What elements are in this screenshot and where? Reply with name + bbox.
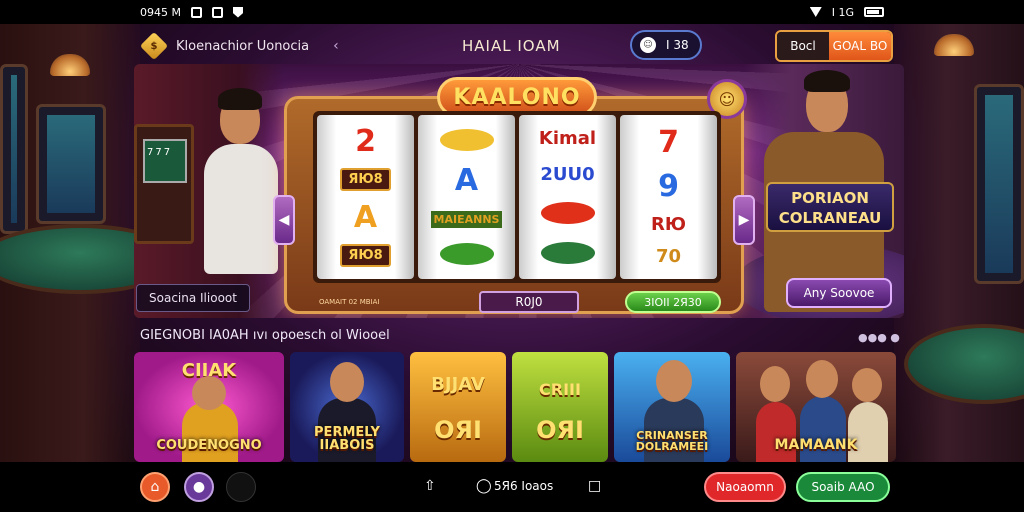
reel-symbol: A <box>353 199 378 235</box>
bottom-bar: ⌂ ● ⇧ ◯ 5Я6 Ioaos □ Naoaomn Soaib AAO <box>0 462 1024 512</box>
reel-symbol: 70 <box>655 246 682 267</box>
coin-value: I 38 <box>666 38 689 52</box>
card-subtitle: ОЯI <box>536 416 584 444</box>
slot-controls: OAMAIT 02 MBIAI R0J0 3IOII 2Я30 <box>313 289 721 315</box>
promo-title: PORIAON COLRANEAU <box>766 182 894 232</box>
image-icon <box>211 6 223 18</box>
header-button-left[interactable]: Bocl <box>777 32 829 60</box>
background-arcade-left <box>0 24 180 464</box>
home-icon[interactable]: ⌂ <box>140 472 170 502</box>
wifi-icon <box>809 7 822 17</box>
reel-symbol: Kimal <box>538 128 597 149</box>
reel-symbol: RЮ <box>651 214 686 235</box>
shield-icon <box>232 6 243 18</box>
status-time: 0945 M <box>140 5 181 19</box>
location-pin-icon[interactable]: ◯ <box>476 478 492 494</box>
lamp-decor <box>50 54 90 76</box>
profile-icon[interactable]: ● <box>184 472 214 502</box>
placeholder-icon[interactable] <box>226 472 256 502</box>
leaf-symbol <box>439 243 494 266</box>
status-bar: 0945 M I 1G <box>0 0 1024 24</box>
page-title: HAIAL IOAM <box>462 37 561 55</box>
table-decor <box>904 324 1024 404</box>
green-action-button[interactable]: Soaib AAO <box>796 472 890 502</box>
reel-symbol: 2 <box>355 123 376 159</box>
reel-symbol: MAIEANNS <box>430 211 503 229</box>
game-card-list: CIIAK COUDENOGNO PERMELY IIABOIS BJJAV О… <box>134 352 904 462</box>
location-label[interactable]: 5Я6 Ioaos <box>494 479 553 493</box>
reel-symbol: ЯЮ8 <box>340 168 391 192</box>
promo-button[interactable]: Any Soovoe <box>786 278 892 308</box>
battery-icon <box>864 7 884 17</box>
game-card[interactable]: CIIAK COUDENOGNO <box>134 352 284 462</box>
slot-machine[interactable]: KAALONO ☺ ◀ ▶ 2 ЯЮ8 A ЯЮ8 A MAIEANNS Kim… <box>273 77 755 315</box>
notification-icon <box>190 6 202 18</box>
reel-4: 7 9 RЮ 70 <box>620 115 717 279</box>
card-subtitle: ОЯI <box>434 416 482 444</box>
reel-symbol: 7 <box>658 125 679 160</box>
tabs-icon[interactable]: □ <box>588 478 601 494</box>
card-title: CRIII <box>539 380 581 399</box>
reel-2: A MAIEANNS <box>418 115 515 279</box>
arcade-machine-decor <box>0 64 28 234</box>
spin-button[interactable]: 3IOII 2Я30 <box>625 291 721 313</box>
melon-symbol <box>540 242 595 264</box>
card-title: BJJAV <box>431 374 485 395</box>
header-button-group: Bocl GOAL BO <box>775 30 893 62</box>
bet-display[interactable]: R0J0 <box>479 291 579 313</box>
hero-banner[interactable]: 777 KAALONO ☺ ◀ ▶ 2 ЯЮ8 A ЯЮ8 A MAIEANNS <box>134 64 904 318</box>
card-title: PERMELY IIABOIS <box>314 425 380 453</box>
background-arcade-right <box>894 24 1024 464</box>
signal-text: I 1G <box>831 5 854 19</box>
game-card[interactable]: CRINANSER DOLRAMEEI <box>614 352 730 462</box>
lamp-decor <box>934 34 974 56</box>
reel-3: Kimal 2UU0 <box>519 115 616 279</box>
card-title: CRINANSER DOLRAMEEI <box>635 429 709 453</box>
share-icon[interactable]: ⇧ <box>424 478 436 494</box>
app-header: $ Kloenachior Uonocia ‹ HAIAL IOAM ☺ I 3… <box>132 28 902 64</box>
ribbon-symbol <box>540 202 595 224</box>
reel-symbol: A <box>454 162 479 198</box>
brand-name: Kloenachior Uonocia <box>176 38 310 54</box>
section-title: GIEGNOBI IA0AH ıvı opoesch ol Wiooel <box>140 328 390 343</box>
reel-window: 2 ЯЮ8 A ЯЮ8 A MAIEANNS Kimal 2UU0 7 9 RЮ <box>313 111 721 283</box>
game-card[interactable]: MAMAANK <box>736 352 896 462</box>
app-logo-icon[interactable]: $ <box>139 31 169 61</box>
game-card[interactable]: BJJAV ОЯI <box>410 352 506 462</box>
reel-symbol: ЯЮ8 <box>340 244 391 268</box>
emoji-icon: ☺ <box>640 37 656 53</box>
arcade-machine-decor <box>974 84 1024 284</box>
slot-label: OAMAIT 02 MBIAI <box>319 298 380 306</box>
card-title: COUDENOGNO <box>156 438 262 453</box>
header-button-right[interactable]: GOAL BO <box>829 32 891 60</box>
card-title: MAMAANK <box>774 437 858 453</box>
more-options-icon[interactable]: ●●● ● <box>858 331 900 344</box>
chevron-right-icon[interactable]: ▶ <box>733 195 755 245</box>
lemon-symbol <box>439 128 494 151</box>
arcade-machine-decor <box>36 104 106 224</box>
game-card[interactable]: CRIII ОЯI <box>512 352 608 462</box>
reel-1: 2 ЯЮ8 A ЯЮ8 <box>317 115 414 279</box>
chevron-left-icon[interactable]: ◀ <box>273 195 295 245</box>
coin-balance[interactable]: ☺ I 38 <box>630 30 702 60</box>
red-action-button[interactable]: Naoaomn <box>704 472 786 502</box>
reel-symbol: 9 <box>658 169 679 204</box>
mini-slot-machine: 777 <box>134 124 194 244</box>
game-card[interactable]: PERMELY IIABOIS <box>290 352 404 462</box>
chevron-left-icon[interactable]: ‹ <box>333 38 339 54</box>
hero-search-label[interactable]: Soacina Iliooot <box>136 284 250 312</box>
reel-symbol: 2UU0 <box>540 164 595 185</box>
